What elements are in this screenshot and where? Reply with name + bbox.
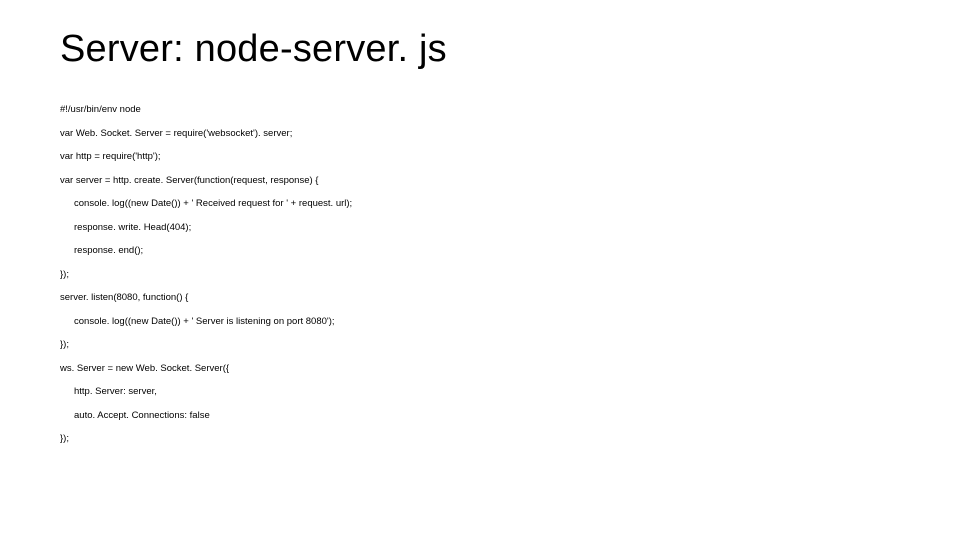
code-line: #!/usr/bin/env node [60,105,900,115]
code-line: }); [60,340,900,350]
code-line: console. log((new Date()) + ' Server is … [60,317,900,327]
code-line: server. listen(8080, function() { [60,293,900,303]
slide: Server: node-server. js #!/usr/bin/env n… [0,0,960,478]
code-line: }); [60,270,900,280]
code-line: console. log((new Date()) + ' Received r… [60,199,900,209]
code-line: var http = require('http'); [60,152,900,162]
code-line: http. Server: server, [60,387,900,397]
slide-title: Server: node-server. js [60,28,900,71]
code-line: var server = http. create. Server(functi… [60,176,900,186]
code-line: }); [60,434,900,444]
code-line: auto. Accept. Connections: false [60,411,900,421]
code-line: response. end(); [60,246,900,256]
code-block: #!/usr/bin/env node var Web. Socket. Serv… [60,105,900,444]
code-line: var Web. Socket. Server = require('webso… [60,129,900,139]
code-line: response. write. Head(404); [60,223,900,233]
code-line: ws. Server = new Web. Socket. Server({ [60,364,900,374]
